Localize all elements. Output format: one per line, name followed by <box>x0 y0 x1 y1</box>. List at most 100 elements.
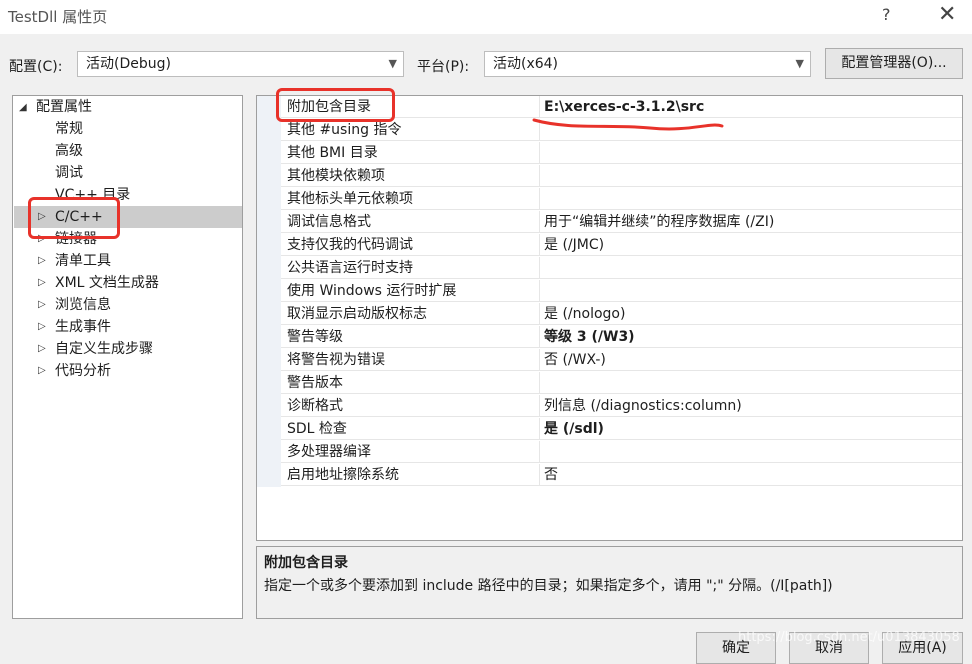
property-value[interactable]: 等级 3 (/W3) <box>540 326 962 348</box>
expand-triangle-icon[interactable]: ▷ <box>38 343 46 354</box>
property-row[interactable]: 其他标头单元依赖项 <box>257 188 962 211</box>
description-title: 附加包含目录 <box>264 555 348 571</box>
property-name: 诊断格式 <box>281 395 540 417</box>
property-row[interactable]: 启用地址擦除系统否 <box>257 464 962 487</box>
property-name: 支持仅我的代码调试 <box>281 234 540 256</box>
property-grid: 附加包含目录 E:\xerces-c-3.1.2\src 其他 #using 指令其… <box>256 95 963 541</box>
tree-item-general[interactable]: 常规 <box>55 118 83 140</box>
row-gutter <box>257 142 281 165</box>
property-row[interactable]: 其他模块依赖项 <box>257 165 962 188</box>
property-value[interactable] <box>540 188 962 210</box>
window-title: TestDll 属性页 <box>8 8 108 26</box>
row-gutter <box>257 280 281 303</box>
expand-triangle-icon[interactable]: ▷ <box>38 299 46 310</box>
property-row[interactable]: 警告版本 <box>257 372 962 395</box>
description-panel: 附加包含目录 指定一个或多个要添加到 include 路径中的目录；如果指定多个… <box>256 546 963 619</box>
property-row[interactable]: 支持仅我的代码调试是 (/JMC) <box>257 234 962 257</box>
config-select-value: 活动(Debug) <box>86 56 171 72</box>
property-row[interactable]: 取消显示启动版权标志是 (/nologo) <box>257 303 962 326</box>
property-value[interactable]: 否 <box>540 464 962 486</box>
tree-item-advanced[interactable]: 高级 <box>55 140 83 162</box>
property-name: 其他 #using 指令 <box>281 119 540 141</box>
property-value[interactable] <box>540 165 962 187</box>
property-name: SDL 检查 <box>281 418 540 440</box>
row-gutter <box>257 326 281 349</box>
platform-select-value: 活动(x64) <box>493 56 559 72</box>
collapse-triangle-icon[interactable]: ◢ <box>19 102 27 113</box>
property-name: 取消显示启动版权标志 <box>281 303 540 325</box>
row-gutter <box>257 257 281 280</box>
expand-triangle-icon[interactable]: ▷ <box>38 365 46 376</box>
config-select[interactable]: 活动(Debug) ▼ <box>77 51 404 77</box>
property-row[interactable]: 多处理器编译 <box>257 441 962 464</box>
row-gutter <box>257 234 281 257</box>
tree-item-debugging[interactable]: 调试 <box>55 162 83 184</box>
row-gutter <box>257 441 281 464</box>
property-name: 多处理器编译 <box>281 441 540 463</box>
property-name: 其他 BMI 目录 <box>281 142 540 164</box>
property-value[interactable] <box>540 372 962 394</box>
property-row[interactable]: 调试信息格式 用于“编辑并继续”的程序数据库 (/ZI) <box>257 211 962 234</box>
tree-item-custom-build[interactable]: 自定义生成步骤 <box>55 338 153 360</box>
chevron-down-icon: ▼ <box>795 57 804 70</box>
description-text: 指定一个或多个要添加到 include 路径中的目录；如果指定多个，请用 ";"… <box>264 578 833 594</box>
property-name: 启用地址擦除系统 <box>281 464 540 486</box>
annotation-underline <box>532 118 724 131</box>
property-value[interactable] <box>540 142 962 164</box>
property-row[interactable]: 将警告视为错误否 (/WX-) <box>257 349 962 372</box>
row-gutter <box>257 165 281 188</box>
property-value[interactable] <box>540 257 962 279</box>
annotation-box-include-dirs <box>276 88 395 122</box>
tree-item-build-events[interactable]: 生成事件 <box>55 316 111 338</box>
property-name: 将警告视为错误 <box>281 349 540 371</box>
property-row[interactable]: 公共语言运行时支持 <box>257 257 962 280</box>
platform-select[interactable]: 活动(x64) ▼ <box>484 51 811 77</box>
row-gutter <box>257 372 281 395</box>
property-value[interactable]: 否 (/WX-) <box>540 349 962 371</box>
row-gutter <box>257 418 281 441</box>
row-gutter <box>257 395 281 418</box>
chevron-down-icon: ▼ <box>388 57 397 70</box>
property-row[interactable]: 诊断格式 列信息 (/diagnostics:column) <box>257 395 962 418</box>
tree-item-xml-doc[interactable]: XML 文档生成器 <box>55 272 159 294</box>
watermark: https://blog.csdn.net/u013843058 <box>738 630 960 645</box>
property-name: 使用 Windows 运行时扩展 <box>281 280 540 302</box>
tree-item-browse-info[interactable]: 浏览信息 <box>55 294 111 316</box>
config-manager-button[interactable]: 配置管理器(O)... <box>825 48 963 79</box>
row-gutter <box>257 464 281 487</box>
property-value[interactable]: 是 (/sdl) <box>540 418 962 440</box>
expand-triangle-icon[interactable]: ▷ <box>38 321 46 332</box>
property-value[interactable]: 用于“编辑并继续”的程序数据库 (/ZI) <box>540 211 962 233</box>
row-gutter <box>257 303 281 326</box>
config-label: 配置(C): <box>9 59 63 75</box>
tree-item-manifest-tool[interactable]: 清单工具 <box>55 250 111 272</box>
row-gutter <box>257 188 281 211</box>
property-row[interactable]: 警告等级 等级 3 (/W3) <box>257 326 962 349</box>
property-value[interactable]: 是 (/nologo) <box>540 303 962 325</box>
property-value[interactable]: 列信息 (/diagnostics:column) <box>540 395 962 417</box>
help-icon[interactable]: ? <box>882 5 891 24</box>
property-name: 警告版本 <box>281 372 540 394</box>
property-row[interactable]: 其他 BMI 目录 <box>257 142 962 165</box>
property-name: 其他标头单元依赖项 <box>281 188 540 210</box>
close-icon[interactable]: ✕ <box>938 2 956 27</box>
row-gutter <box>257 211 281 234</box>
property-value[interactable] <box>540 280 962 302</box>
property-name: 警告等级 <box>281 326 540 348</box>
annotation-box-cpp <box>28 197 120 239</box>
tree-item-code-analysis[interactable]: 代码分析 <box>55 360 111 382</box>
title-bar: TestDll 属性页 ? ✕ <box>0 0 972 34</box>
expand-triangle-icon[interactable]: ▷ <box>38 255 46 266</box>
property-name: 调试信息格式 <box>281 211 540 233</box>
platform-label: 平台(P): <box>417 59 470 75</box>
tree-item-root[interactable]: 配置属性 <box>36 96 92 118</box>
property-value[interactable]: 是 (/JMC) <box>540 234 962 256</box>
property-name: 其他模块依赖项 <box>281 165 540 187</box>
property-tree: ◢ 配置属性 常规 高级 调试 VC++ 目录 ▷ C/C++ ▷ 链接器 ▷ … <box>12 95 243 619</box>
property-row[interactable]: SDL 检查是 (/sdl) <box>257 418 962 441</box>
expand-triangle-icon[interactable]: ▷ <box>38 277 46 288</box>
property-value[interactable] <box>540 441 962 463</box>
row-gutter <box>257 349 281 372</box>
property-row[interactable]: 使用 Windows 运行时扩展 <box>257 280 962 303</box>
property-name: 公共语言运行时支持 <box>281 257 540 279</box>
